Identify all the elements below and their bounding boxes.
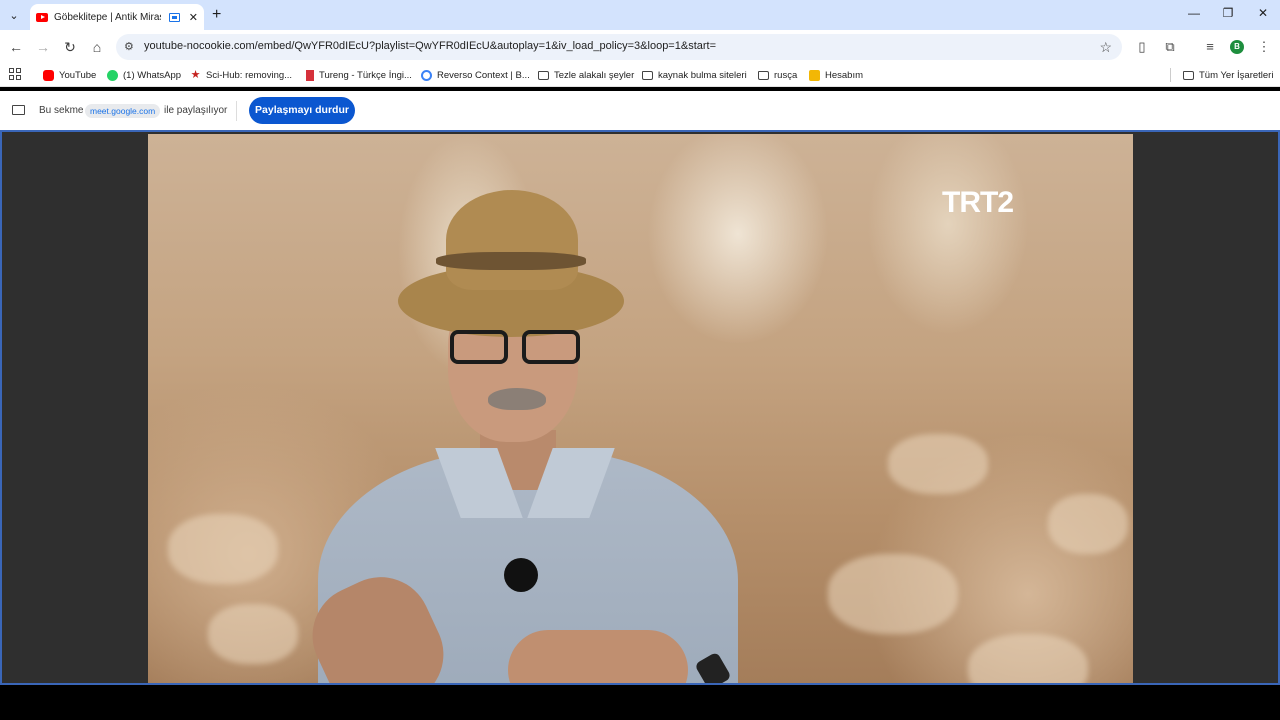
bookmark-label: Sci-Hub: removing... — [206, 69, 293, 81]
bookmark-reverso[interactable]: Reverso Context | B... — [421, 68, 530, 82]
bookmark-tureng[interactable]: Tureng - Türkçe İngi... — [306, 68, 412, 82]
bookmark-hesabim[interactable]: Hesabım — [809, 68, 863, 82]
star-icon: ★ — [190, 68, 201, 81]
trt2-logo: TRT2 — [942, 186, 1014, 219]
bookmark-label: Reverso Context | B... — [437, 69, 530, 81]
bookmark-folder-rusca[interactable]: rusça — [758, 68, 797, 82]
bottom-black-area — [0, 685, 1280, 720]
embedded-video-player[interactable]: TRT2 — [148, 134, 1133, 683]
home-icon[interactable]: ⌂ — [88, 38, 106, 56]
meet-link-chip[interactable]: meet.google.com — [85, 104, 161, 118]
bookmark-scihub[interactable]: ★ Sci-Hub: removing... — [190, 68, 293, 82]
site-info-icon[interactable]: ⚙ — [124, 40, 134, 53]
menu-dots-icon[interactable]: ⋮ — [1256, 39, 1272, 55]
address-bar[interactable]: ⚙ youtube-nocookie.com/embed/QwYFR0dIEcU… — [116, 34, 1122, 60]
folder-icon — [758, 70, 769, 80]
folder-icon — [1183, 70, 1194, 80]
forward-arrow-icon[interactable]: → — [34, 38, 52, 56]
bookmark-label: rusça — [774, 69, 798, 81]
screen-share-icon — [12, 105, 25, 115]
bookmark-label: Tureng - Türkçe İngi... — [319, 69, 412, 81]
bookmarks-divider — [1170, 68, 1171, 82]
bookmark-label: YouTube — [59, 69, 97, 81]
bookmark-star-icon[interactable]: ☆ — [1099, 39, 1112, 56]
stop-sharing-button[interactable]: Paylaşmayı durdur — [249, 97, 355, 124]
tab-sharing-infobar: Bu sekme meet.google.com ile paylaşılıyo… — [0, 91, 1280, 130]
bookmark-label: Hesabım — [825, 69, 864, 81]
folder-icon — [538, 70, 549, 80]
bookmark-label: (1) WhatsApp — [123, 69, 182, 81]
bookmark-label: kaynak bulma siteleri — [658, 69, 747, 81]
close-window-button[interactable]: ✕ — [1253, 6, 1273, 20]
profile-avatar[interactable]: B — [1230, 40, 1244, 54]
extensions-icon[interactable]: ⧉ — [1162, 39, 1178, 55]
whatsapp-icon — [107, 69, 118, 81]
reverso-icon — [421, 69, 432, 81]
bookmark-folder-tez[interactable]: Tezle alakalı şeyler — [538, 68, 634, 82]
shared-tab-viewport: TRT2 — [0, 130, 1280, 685]
tab-title: Göbeklitepe | Antik Miras | — [54, 11, 161, 23]
active-tab[interactable]: Göbeklitepe | Antik Miras | ✕ — [30, 4, 204, 30]
apps-grid-icon[interactable] — [9, 68, 21, 80]
bookmark-label: Tezle alakalı şeyler — [554, 69, 635, 81]
tab-search-chevron-icon[interactable]: ⌄ — [4, 5, 24, 25]
lapel-microphone — [504, 558, 538, 592]
youtube-favicon-icon — [36, 12, 48, 22]
video-person-figure — [296, 190, 778, 683]
bookmark-folder-kaynak[interactable]: kaynak bulma siteleri — [642, 68, 747, 82]
share-prefix-text: Bu sekme — [39, 105, 84, 116]
folder-icon — [642, 70, 653, 80]
media-control-icon[interactable]: ≡ — [1202, 39, 1218, 55]
reading-mode-icon[interactable]: ▯ — [1134, 39, 1150, 55]
tureng-icon — [306, 69, 314, 81]
bookmark-whatsapp[interactable]: (1) WhatsApp — [107, 68, 181, 82]
all-bookmarks-folder[interactable]: Tüm Yer İşaretleri — [1183, 68, 1273, 82]
new-tab-button[interactable]: + — [212, 6, 221, 24]
reload-icon[interactable]: ↻ — [61, 38, 79, 56]
youtube-icon — [43, 69, 54, 81]
tab-close-icon[interactable]: ✕ — [189, 11, 198, 24]
back-arrow-icon[interactable]: ← — [7, 38, 25, 56]
tab-sharing-icon — [168, 12, 180, 22]
bookmarks-bar: YouTube (1) WhatsApp ★ Sci-Hub: removing.… — [0, 63, 1280, 87]
restore-button[interactable]: ❐ — [1218, 6, 1238, 20]
share-suffix-text: ile paylaşılıyor — [164, 105, 228, 116]
browser-toolbar: ← → ↻ ⌂ ⚙ youtube-nocookie.com/embed/QwY… — [0, 30, 1280, 63]
url-text[interactable]: youtube-nocookie.com/embed/QwYFR0dIEcU?p… — [144, 40, 716, 52]
bookmark-youtube[interactable]: YouTube — [43, 68, 96, 82]
tab-strip: ⌄ Göbeklitepe | Antik Miras | ✕ + — ❐ ✕ — [0, 0, 1280, 30]
share-divider — [236, 101, 237, 121]
bookmark-label: Tüm Yer İşaretleri — [1199, 69, 1274, 81]
minimize-button[interactable]: — — [1184, 6, 1204, 20]
account-icon — [809, 69, 820, 81]
